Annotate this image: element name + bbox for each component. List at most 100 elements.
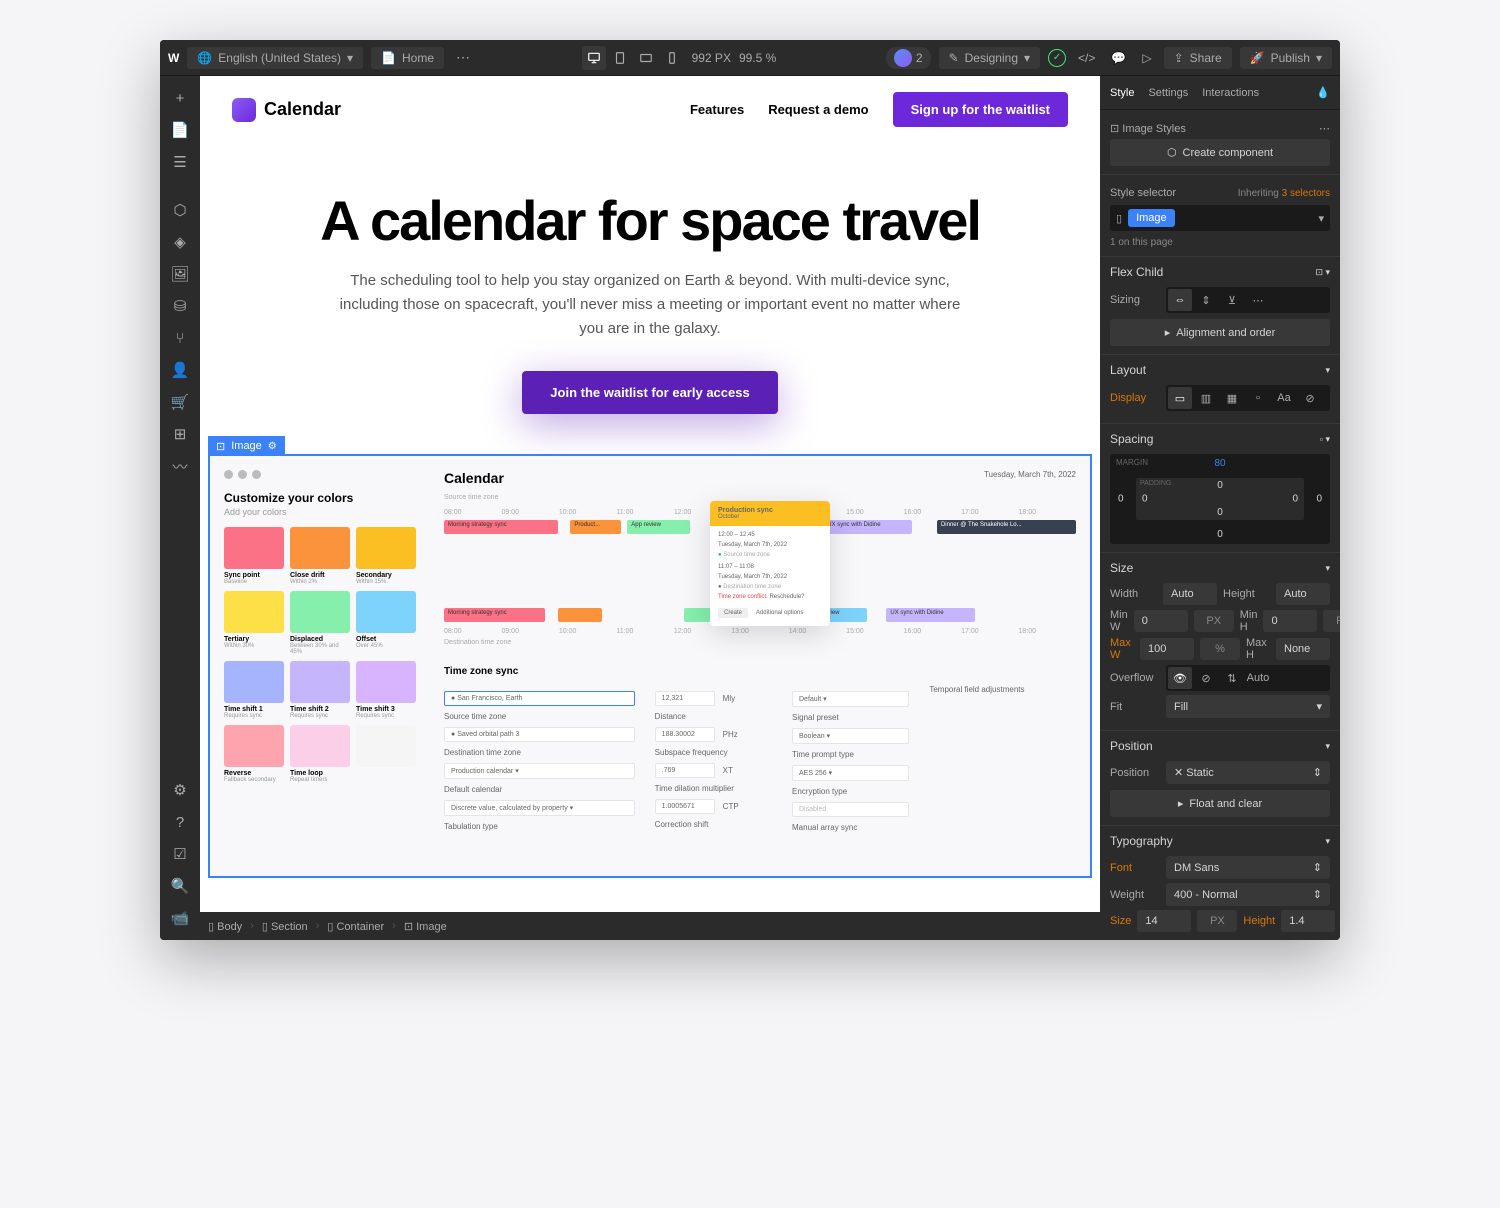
audit-check-icon[interactable]: ✓: [1048, 49, 1066, 67]
alignment-order-button[interactable]: ▸ Alignment and order: [1110, 319, 1330, 346]
display-flex-icon[interactable]: ▥: [1194, 387, 1218, 409]
selected-image-element[interactable]: ⊡ Image ⚙ Customize your colors Add your…: [208, 454, 1092, 878]
minh-input[interactable]: [1263, 610, 1317, 632]
users-icon[interactable]: 👤: [166, 356, 194, 384]
pages-icon[interactable]: 📄: [166, 116, 194, 144]
timeline-event[interactable]: Morning strategy sync: [444, 520, 558, 534]
site-logo[interactable]: Calendar: [232, 98, 341, 122]
tab-settings[interactable]: Settings: [1148, 81, 1188, 105]
checklist-icon[interactable]: ☑: [166, 840, 194, 868]
tab-style[interactable]: Style: [1110, 81, 1134, 105]
nav-demo[interactable]: Request a demo: [768, 102, 868, 117]
overflow-scroll-icon[interactable]: ⇅: [1220, 667, 1244, 689]
breakpoint-mobile-icon[interactable]: [660, 46, 684, 70]
overflow-hidden-icon[interactable]: ⊘: [1194, 667, 1218, 689]
ecommerce-icon[interactable]: 🛒: [166, 388, 194, 416]
display-none-icon[interactable]: ⊘: [1298, 387, 1322, 409]
breadcrumb-item[interactable]: ▯ Container: [327, 920, 384, 933]
color-swatch[interactable]: ReverseFallback secondary: [224, 725, 284, 783]
hero-title[interactable]: A calendar for space travel: [260, 193, 1040, 249]
navigator-icon[interactable]: ☰: [166, 148, 194, 176]
popup-create[interactable]: Create: [718, 608, 748, 618]
breakpoint-landscape-icon[interactable]: [634, 46, 658, 70]
webflow-logo-icon[interactable]: W: [168, 51, 179, 65]
more-icon[interactable]: ⋯: [1319, 122, 1330, 135]
publish-button[interactable]: 🚀 Publish ▾: [1240, 47, 1332, 69]
preview-icon[interactable]: ▷: [1138, 51, 1155, 65]
class-selector[interactable]: ▯ Image ▾: [1110, 205, 1330, 231]
locale-selector[interactable]: 🌐 English (United States) ▾: [187, 47, 363, 69]
chevron-down-icon[interactable]: ▾: [1325, 563, 1330, 574]
canvas-width[interactable]: 992 PX: [692, 51, 731, 65]
breakpoint-tablet-icon[interactable]: [608, 46, 632, 70]
create-component-button[interactable]: ⬡ Create component: [1110, 139, 1330, 166]
breakpoint-desktop-icon[interactable]: [582, 46, 606, 70]
apps-icon[interactable]: ⊞: [166, 420, 194, 448]
page-body[interactable]: Calendar Features Request a demo Sign up…: [200, 76, 1100, 912]
fontsize-input[interactable]: [1137, 910, 1191, 932]
color-swatch[interactable]: OffsetOver 45%: [356, 591, 416, 655]
timeline-event[interactable]: UX sync with Didine: [823, 520, 911, 534]
color-swatch[interactable]: Time shift 2Requires sync: [290, 661, 350, 719]
width-input[interactable]: [1163, 583, 1217, 605]
settings-icon[interactable]: ⚙: [166, 776, 194, 804]
selection-label[interactable]: ⊡ Image ⚙: [208, 436, 285, 456]
breadcrumb-item[interactable]: ▯ Section: [262, 920, 308, 933]
sizing-none-icon[interactable]: ⊻: [1220, 289, 1244, 311]
display-inline-icon[interactable]: Aa: [1272, 387, 1296, 409]
nav-waitlist-cta[interactable]: Sign up for the waitlist: [893, 92, 1068, 127]
chevron-down-icon[interactable]: ▾: [1325, 836, 1330, 847]
canvas-zoom[interactable]: 99.5 %: [739, 51, 776, 65]
timeline-event[interactable]: Product...: [570, 520, 621, 534]
chevron-down-icon[interactable]: ▾: [1325, 741, 1330, 752]
lineheight-input[interactable]: [1281, 910, 1335, 932]
weight-select[interactable]: 400 - Normal⇕: [1166, 883, 1330, 906]
sizing-grow-icon[interactable]: ⇕: [1194, 289, 1218, 311]
timeline-event[interactable]: UX sync with Didine: [886, 608, 974, 622]
color-swatch[interactable]: Sync pointBaseline: [224, 527, 284, 585]
font-select[interactable]: DM Sans⇕: [1166, 856, 1330, 879]
assets-icon[interactable]: 🖼: [166, 260, 194, 288]
expand-icon[interactable]: ⊡ ▾: [1315, 267, 1330, 278]
color-swatch[interactable]: SecondaryWithin 15%: [356, 527, 416, 585]
display-block-icon[interactable]: ▭: [1168, 387, 1192, 409]
spacing-editor[interactable]: MARGIN 80 0 0 0 PADDING 0 0 0 0: [1110, 454, 1330, 544]
timeline-event[interactable]: Dinner @ The Snakehole Lo...: [937, 520, 1076, 534]
color-swatch[interactable]: TertiaryWithin 30%: [224, 591, 284, 655]
color-swatch[interactable]: [356, 725, 416, 783]
timeline-event[interactable]: Morning strategy sync: [444, 608, 545, 622]
search-icon[interactable]: 🔍: [166, 872, 194, 900]
breadcrumb-item[interactable]: ▯ Body: [208, 920, 242, 933]
color-swatch[interactable]: DisplacedBetween 30% and 45%: [290, 591, 350, 655]
variables-icon[interactable]: ◈: [166, 228, 194, 256]
fit-select[interactable]: Fill▾: [1166, 695, 1330, 718]
overflow-visible-icon[interactable]: 👁: [1168, 667, 1192, 689]
float-clear-button[interactable]: ▸ Float and clear: [1110, 790, 1330, 817]
more-menu[interactable]: ⋯: [456, 49, 472, 66]
display-inline-block-icon[interactable]: ▫: [1246, 387, 1270, 409]
gear-icon[interactable]: ⚙: [268, 441, 277, 452]
eyedropper-icon[interactable]: 💧: [1316, 80, 1330, 105]
display-grid-icon[interactable]: ▦: [1220, 387, 1244, 409]
sizing-more-icon[interactable]: ⋯: [1246, 289, 1270, 311]
video-icon[interactable]: 📹: [166, 904, 194, 932]
nav-features[interactable]: Features: [690, 102, 744, 117]
mode-selector[interactable]: ✎ Designing ▾: [939, 47, 1040, 69]
comment-icon[interactable]: 💬: [1107, 51, 1130, 65]
audit-icon[interactable]: 〰: [166, 452, 194, 480]
hero-sub[interactable]: The scheduling tool to help you stay org…: [330, 269, 970, 341]
collab-avatars[interactable]: 2: [886, 47, 931, 69]
share-button[interactable]: ⇪ Share: [1164, 47, 1232, 69]
color-swatch[interactable]: Close driftWithin 2%: [290, 527, 350, 585]
help-icon[interactable]: ?: [166, 808, 194, 836]
position-select[interactable]: ✕ Static⇕: [1166, 761, 1330, 784]
minw-input[interactable]: [1134, 610, 1188, 632]
hero-cta[interactable]: Join the waitlist for early access: [522, 371, 777, 414]
maxh-input[interactable]: [1276, 638, 1330, 660]
timeline-event[interactable]: [558, 608, 602, 622]
sizing-shrink-icon[interactable]: ⇔: [1168, 289, 1192, 311]
page-selector[interactable]: 📄 Home: [371, 47, 444, 69]
tab-interactions[interactable]: Interactions: [1202, 81, 1259, 105]
timeline-event[interactable]: App review: [627, 520, 690, 534]
cms-icon[interactable]: ⛁: [166, 292, 194, 320]
